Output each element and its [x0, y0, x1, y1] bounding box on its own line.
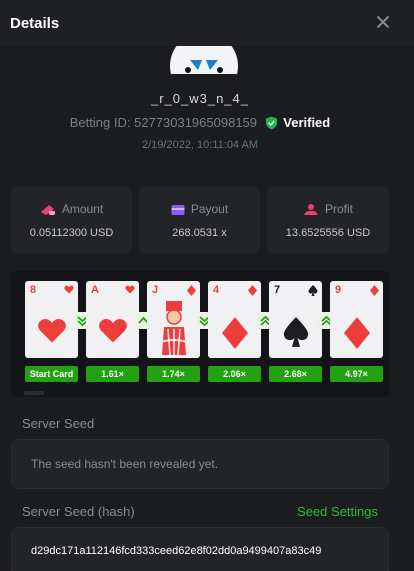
- diamond-icon: [221, 317, 248, 349]
- close-icon[interactable]: [374, 13, 392, 31]
- card-rank: 9: [335, 284, 342, 296]
- multiplier-label: 2.68×: [269, 366, 322, 382]
- profit-icon: [303, 204, 318, 215]
- betting-id-value: 52773031965098159: [134, 115, 258, 130]
- card-1: 8: [25, 281, 78, 358]
- card-3: J: [147, 281, 200, 358]
- card-4: 4: [208, 281, 261, 358]
- diamond-icon: [370, 285, 379, 296]
- card-rank: 7: [274, 284, 281, 296]
- details-content: _r_0_w3_n_4_ Betting ID: 527730319650981…: [0, 46, 414, 571]
- heart-icon: [64, 285, 74, 294]
- server-seed-field[interactable]: The seed hasn't been revealed yet.: [11, 439, 389, 489]
- multiplier-label: 1.74×: [147, 366, 200, 382]
- multiplier-label: 4.97×: [330, 366, 383, 382]
- multiplier-label: 1.61×: [86, 366, 139, 382]
- stat-payout: Payout 268.0531 x: [139, 187, 260, 253]
- card-5: 7: [269, 281, 322, 358]
- server-seed-hash-value: d29dc171a112146fcd333ceed62e8f02dd0a9499…: [31, 545, 322, 557]
- card-rank: J: [152, 284, 159, 296]
- details-header: Details: [0, 0, 414, 46]
- multiplier-label: 2.06×: [208, 366, 261, 382]
- card-rank: 4: [213, 284, 220, 296]
- stat-profit-label: Profit: [324, 202, 353, 216]
- wallet-icon: [171, 205, 185, 215]
- heart-icon: [125, 285, 135, 294]
- stat-profit-value: 13.6525556 USD: [285, 227, 371, 239]
- details-title: Details: [10, 14, 60, 32]
- stat-amount-value: 0.05112300 USD: [29, 227, 114, 239]
- server-seed-label: Server Seed: [22, 416, 95, 431]
- jack-figure-icon: [157, 301, 191, 355]
- diamond-icon: [343, 317, 370, 349]
- heart-icon: [98, 319, 127, 343]
- verified-label: Verified: [283, 115, 331, 130]
- server-seed-hash-field[interactable]: d29dc171a112146fcd333ceed62e8f02dd0a9499…: [11, 527, 389, 571]
- server-seed-hash-label: Server Seed (hash): [22, 504, 135, 519]
- seed-settings-link[interactable]: Seed Settings: [297, 504, 378, 519]
- cards-scrollbar[interactable]: [24, 391, 44, 395]
- stat-payout-value: 268.0531 x: [172, 227, 227, 239]
- card-rank: A: [91, 284, 99, 296]
- diamond-icon: [187, 285, 196, 296]
- stat-amount: Amount 0.05112300 USD: [11, 187, 132, 253]
- stat-profit: Profit 13.6525556 USD: [267, 187, 389, 253]
- heart-icon: [37, 319, 66, 343]
- card-rank: 8: [30, 284, 37, 296]
- bet-timestamp: 2/19/2022, 10:11:04 AM: [142, 139, 258, 151]
- spade-icon: [283, 317, 308, 347]
- betting-id-row: Betting ID: 52773031965098159 Verified: [0, 115, 400, 130]
- start-card-label: Start Card: [25, 366, 78, 382]
- cards-panel[interactable]: 8 Start Card A 1.61× J 1.74× 4 2.06× 7 2…: [11, 271, 390, 397]
- stat-amount-label: Amount: [61, 202, 104, 216]
- diamond-icon: [248, 285, 257, 296]
- shield-check-icon: [265, 116, 277, 130]
- card-2: A: [86, 281, 139, 358]
- cash-icon: [40, 205, 55, 215]
- stat-payout-label: Payout: [190, 202, 229, 216]
- avatar: [168, 46, 240, 74]
- username: _r_0_w3_n_4_: [150, 91, 250, 106]
- card-6: 9: [330, 281, 383, 358]
- server-seed-value: The seed hasn't been revealed yet.: [31, 457, 219, 471]
- betting-id-label: Betting ID:: [69, 115, 131, 130]
- spade-icon: [308, 285, 318, 296]
